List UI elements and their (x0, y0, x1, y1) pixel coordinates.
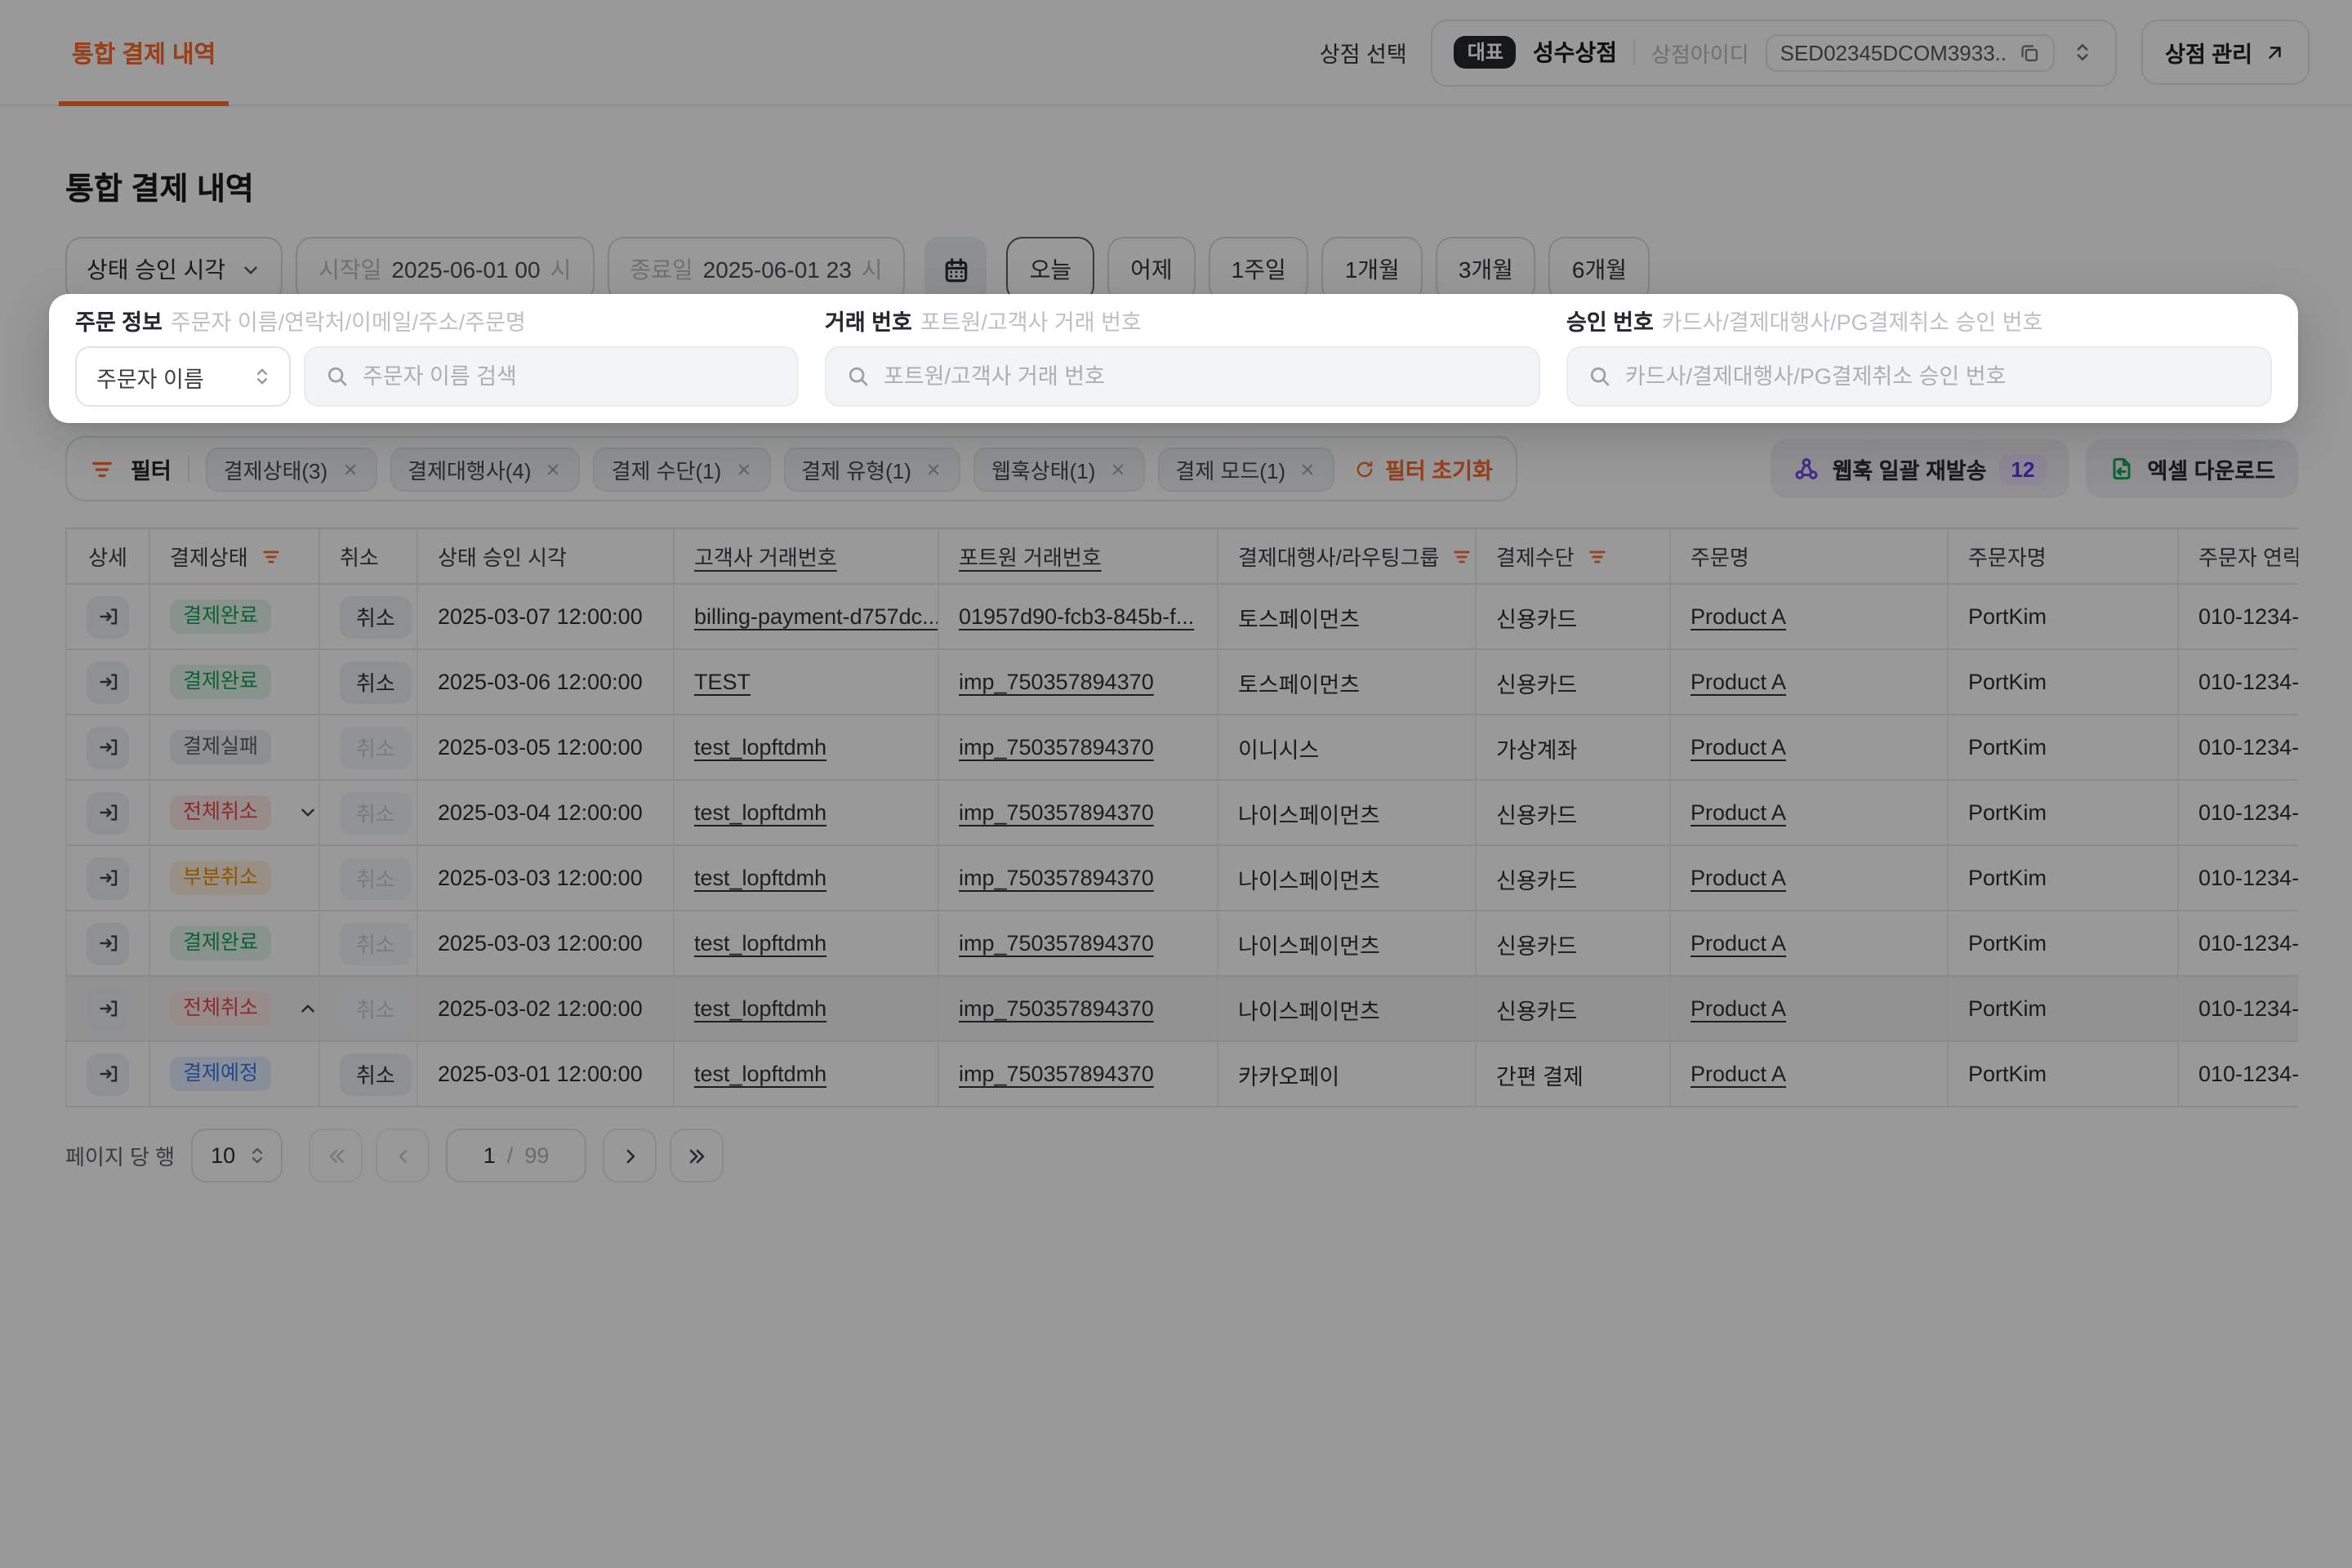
order-info-desc: 주문자 이름/연락처/이메일/주소/주문명 (171, 310, 526, 335)
order-search-type-value: 주문자 이름 (96, 360, 204, 393)
approval-number-search-group: 승인 번호 카드사/결제대행사/PG결제취소 승인 번호 (1566, 309, 2272, 407)
order-search-input[interactable] (363, 364, 777, 389)
order-info-search-group: 주문 정보 주문자 이름/연락처/이메일/주소/주문명 주문자 이름 (75, 309, 799, 407)
search-icon (1588, 364, 1612, 389)
order-info-label: 주문 정보 (75, 310, 163, 335)
chevron-updown-icon (252, 366, 273, 387)
order-search-field (304, 346, 799, 407)
tx-number-search-input[interactable] (884, 364, 1519, 389)
tx-number-search-group: 거래 번호 포트원/고객사 거래 번호 (825, 309, 1540, 407)
approval-number-search-field (1566, 346, 2272, 407)
tx-number-desc: 포트원/고객사 거래 번호 (920, 310, 1142, 335)
search-icon (325, 364, 350, 389)
approval-number-desc: 카드사/결제대행사/PG결제취소 승인 번호 (1662, 310, 2042, 335)
approval-number-search-input[interactable] (1625, 364, 2251, 389)
tx-number-label: 거래 번호 (825, 310, 912, 335)
modal-dim-overlay (0, 0, 2352, 1568)
search-icon (846, 364, 871, 389)
search-popover: 주문 정보 주문자 이름/연락처/이메일/주소/주문명 주문자 이름 거래 번호 포… (49, 294, 2298, 423)
app-root: 통합 결제 내역 상점 선택 대표 성수상점 상점아이디 SED02345DCO… (0, 0, 2352, 1568)
order-search-type-select[interactable]: 주문자 이름 (75, 346, 291, 407)
approval-number-label: 승인 번호 (1566, 310, 1654, 335)
tx-number-search-field (825, 346, 1540, 407)
